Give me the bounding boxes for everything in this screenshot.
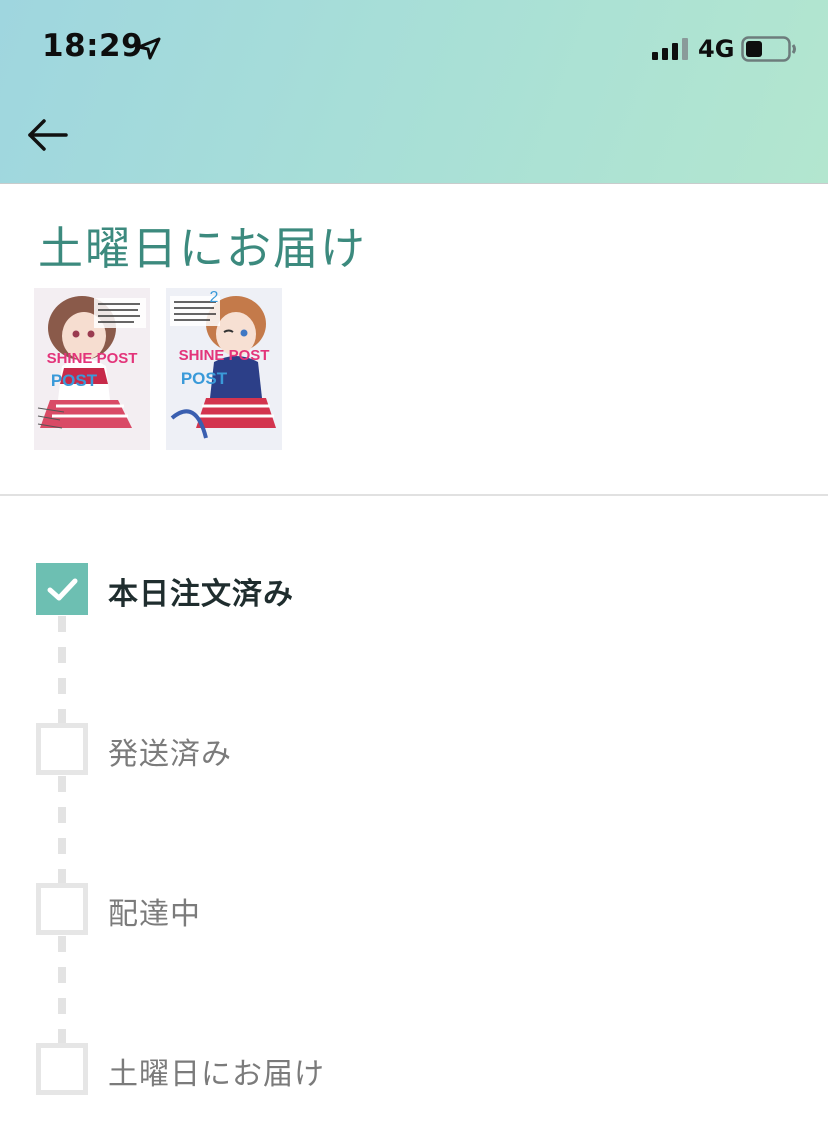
network-type: 4G — [698, 35, 735, 63]
step-checkbox-delivered — [36, 1043, 88, 1095]
svg-text:POST: POST — [181, 369, 228, 388]
step-label-in-delivery: 配達中 — [108, 897, 201, 932]
battery-icon — [741, 36, 796, 62]
step-checkbox-shipped — [36, 723, 88, 775]
status-time: 18:29 — [42, 28, 144, 64]
book-title-1: SHINE POST — [47, 350, 138, 367]
book-title-2: SHINE POST — [179, 347, 270, 364]
step-label-delivered: 土曜日にお届け — [108, 1057, 325, 1092]
arrow-left-icon — [28, 119, 68, 151]
step-connector — [58, 936, 66, 1043]
checkmark-icon — [47, 578, 78, 601]
section-divider — [0, 494, 828, 496]
book-cover-2[interactable]: 2 SHINE POST POST — [166, 288, 282, 450]
app-header: 18:29 4G — [0, 0, 828, 184]
svg-text:POST: POST — [51, 371, 98, 390]
step-label-shipped: 発送済み — [108, 737, 232, 772]
location-arrow-icon — [137, 37, 161, 60]
signal-bars-icon — [652, 38, 688, 60]
book-cover-1[interactable]: SHINE POST POST — [34, 288, 150, 450]
back-button[interactable] — [22, 112, 74, 158]
step-checkbox-in-delivery — [36, 883, 88, 935]
book-volume-badge: 2 — [210, 289, 219, 306]
step-connector — [58, 616, 66, 723]
step-checkbox-ordered — [36, 563, 88, 615]
step-connector — [58, 776, 66, 883]
step-label-ordered: 本日注文済み — [108, 577, 294, 612]
page-title: 土曜日にお届け — [38, 222, 368, 275]
